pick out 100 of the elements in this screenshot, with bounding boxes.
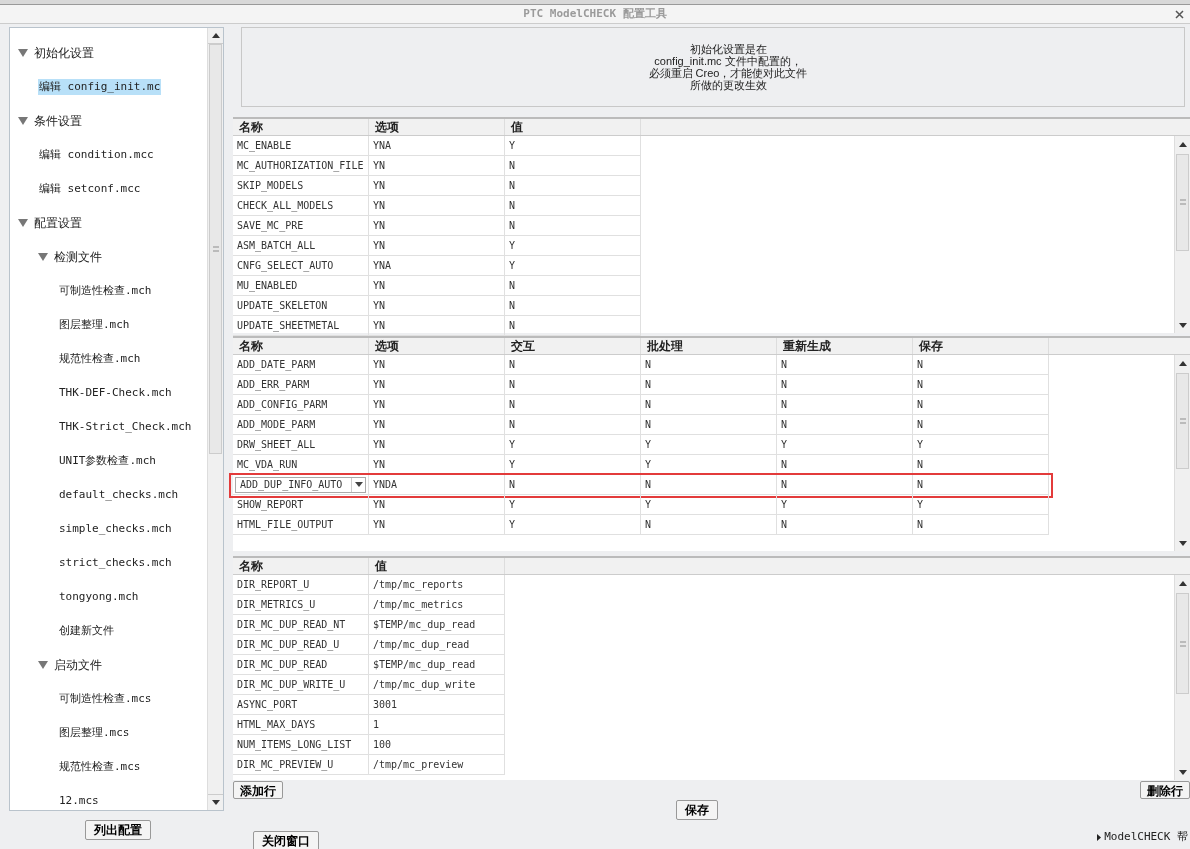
table-cell: N: [777, 375, 913, 395]
scrollbar[interactable]: [1174, 575, 1190, 780]
help-link[interactable]: ModelCHECK 帮: [1104, 829, 1188, 846]
tree-item[interactable]: THK-Strict_Check.mch: [58, 418, 193, 436]
scrollbar-thumb[interactable]: [1176, 373, 1189, 469]
column-header[interactable]: 名称: [233, 338, 369, 354]
column-header[interactable]: 批处理: [641, 338, 777, 354]
table-cell: /tmp/mc_preview: [369, 755, 505, 775]
column-header[interactable]: 名称: [233, 558, 369, 574]
delete-row-button[interactable]: 删除行: [1140, 781, 1190, 799]
scrollbar-thumb[interactable]: [1176, 154, 1189, 251]
tree-item[interactable]: tongyong.mch: [58, 588, 140, 606]
table-cell: N: [913, 355, 1049, 375]
grip-icon: [212, 246, 219, 252]
tree-node[interactable]: 配置设置: [34, 214, 82, 232]
scrollbar-thumb[interactable]: [1176, 593, 1189, 695]
scroll-up-icon[interactable]: [1178, 141, 1187, 147]
table-cell: ADD_MODE_PARM: [233, 415, 369, 435]
table-cell: YN: [369, 415, 505, 435]
scrollbar-thumb[interactable]: [209, 44, 222, 454]
table-cell: YN: [369, 375, 505, 395]
table-cell: N: [913, 475, 1049, 495]
tree-item[interactable]: 可制造性检查.mch: [58, 282, 153, 300]
tree-item[interactable]: 创建新文件: [58, 622, 115, 640]
column-header[interactable]: 值: [369, 558, 505, 574]
table-cell: N: [505, 276, 641, 296]
column-header[interactable]: 值: [505, 119, 641, 135]
tree-item[interactable]: strict_checks.mch: [58, 554, 173, 572]
tree-node[interactable]: 条件设置: [34, 112, 82, 130]
scroll-up-icon[interactable]: [1178, 360, 1187, 366]
table-cell: YNA: [369, 136, 505, 156]
add-row-button[interactable]: 添加行: [233, 781, 283, 799]
table-cell: SHOW_REPORT: [233, 495, 369, 515]
column-header[interactable]: 重新生成: [777, 338, 913, 354]
table-cell: Y: [641, 435, 777, 455]
tree-item[interactable]: simple_checks.mch: [58, 520, 173, 538]
column-header[interactable]: 名称: [233, 119, 369, 135]
tree-item[interactable]: 编辑 config_init.mc: [38, 78, 162, 96]
expand-triangle-icon[interactable]: [18, 117, 28, 125]
tree-node[interactable]: 启动文件: [54, 656, 102, 674]
tree-item[interactable]: UNIT参数检查.mch: [58, 452, 157, 470]
table-cell: DIR_METRICS_U: [233, 595, 369, 615]
table-cell: N: [913, 515, 1049, 535]
dropdown[interactable]: ADD_DUP_INFO_AUTO: [235, 476, 366, 493]
table-cell: YN: [369, 196, 505, 216]
table-cell: N: [505, 176, 641, 196]
table-cell: UPDATE_SKELETON: [233, 296, 369, 316]
table-cell: YN: [369, 296, 505, 316]
table-cell: ASM_BATCH_ALL: [233, 236, 369, 256]
caret-icon[interactable]: [351, 477, 365, 492]
column-header[interactable]: 选项: [369, 338, 505, 354]
table-cell: /tmp/mc_dup_write: [369, 675, 505, 695]
expand-triangle-icon[interactable]: [38, 253, 48, 261]
table-cell: Y: [505, 435, 641, 455]
table-cell: N: [777, 415, 913, 435]
scrollbar[interactable]: [1174, 355, 1190, 551]
table-cell: N: [913, 415, 1049, 435]
scrollbar[interactable]: [1174, 136, 1190, 333]
tree-node[interactable]: 初始化设置: [34, 44, 94, 62]
scroll-up-icon[interactable]: [1178, 580, 1187, 586]
table-cell: Y: [913, 495, 1049, 515]
table-cell: N: [641, 475, 777, 495]
table-cell: 1: [369, 715, 505, 735]
expand-triangle-icon[interactable]: [18, 49, 28, 57]
table-cell: HTML_MAX_DAYS: [233, 715, 369, 735]
table-cell: N: [777, 475, 913, 495]
tree-item[interactable]: default_checks.mch: [58, 486, 180, 504]
grip-icon: [1179, 640, 1186, 647]
table-cell: YN: [369, 216, 505, 236]
table-cell: YNDA: [369, 475, 505, 495]
tree-node[interactable]: 检测文件: [54, 248, 102, 266]
column-header[interactable]: 选项: [369, 119, 505, 135]
scroll-down-icon[interactable]: [1178, 322, 1187, 328]
expand-triangle-icon[interactable]: [38, 661, 48, 669]
tree-item[interactable]: THK-DEF-Check.mch: [58, 384, 173, 402]
scroll-down-icon[interactable]: [1178, 540, 1187, 546]
tree-item[interactable]: 编辑 setconf.mcc: [38, 180, 142, 198]
expand-triangle-icon[interactable]: [18, 219, 28, 227]
table-cell: HTML_FILE_OUTPUT: [233, 515, 369, 535]
save-button[interactable]: 保存: [675, 800, 718, 820]
info-message: 初始化设置是在 config_init.mc 文件中配置的， 必须重启 Creo，才能使对此文件 所做的更改生效: [241, 27, 1185, 107]
table-cell: N: [505, 156, 641, 176]
tree-item[interactable]: 图层整理.mch: [58, 316, 131, 334]
column-header[interactable]: 保存: [913, 338, 1049, 354]
tree-item[interactable]: 规范性检查.mch: [58, 350, 142, 368]
table-cell: DRW_SHEET_ALL: [233, 435, 369, 455]
tree-item[interactable]: 12.mcs: [58, 792, 100, 810]
tree-item[interactable]: 图层整理.mcs: [58, 724, 131, 742]
list-config-button[interactable]: 列出配置: [85, 820, 151, 840]
tree-item[interactable]: 可制造性检查.mcs: [58, 690, 153, 708]
scroll-down-icon[interactable]: [1178, 769, 1187, 775]
scrollbar[interactable]: [207, 28, 223, 810]
table-cell: /tmp/mc_dup_read: [369, 635, 505, 655]
tree-item[interactable]: 编辑 condition.mcc: [38, 146, 155, 164]
column-header[interactable]: 交互: [505, 338, 641, 354]
table-cell: N: [505, 475, 641, 495]
table-cell: Y: [777, 495, 913, 515]
close-window-button[interactable]: 关闭窗口: [253, 831, 319, 849]
tree-item[interactable]: 规范性检查.mcs: [58, 758, 142, 776]
table-cell: /tmp/mc_reports: [369, 575, 505, 595]
